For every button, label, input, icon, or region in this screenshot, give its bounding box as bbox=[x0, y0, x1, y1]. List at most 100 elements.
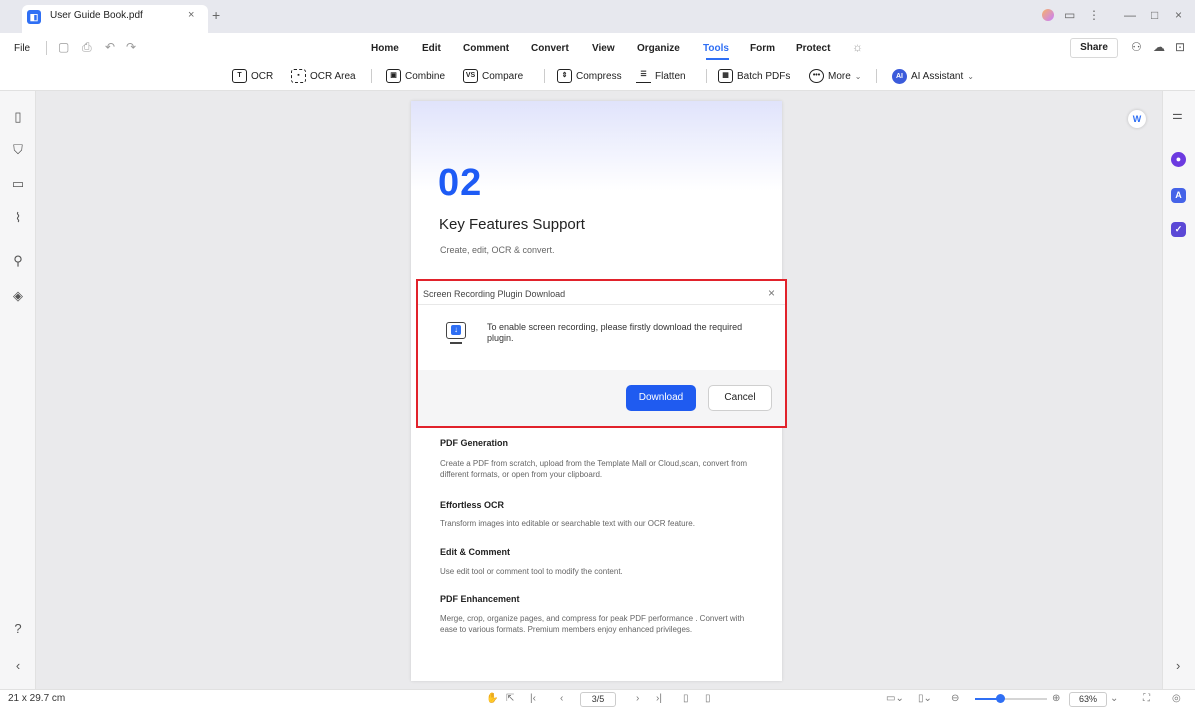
batch-pdfs-button[interactable]: ▦ Batch PDFs bbox=[718, 66, 790, 86]
read-mode-icon[interactable]: ◎ bbox=[1172, 693, 1181, 704]
ai-assistant-label: AI Assistant bbox=[911, 70, 964, 82]
combine-icon: ▣ bbox=[386, 69, 401, 83]
new-tab-button[interactable]: + bbox=[212, 7, 220, 23]
ai-chat-icon[interactable]: ● bbox=[1171, 152, 1186, 167]
ocr-button[interactable]: T OCR bbox=[232, 66, 273, 86]
tab-close-icon[interactable]: × bbox=[188, 9, 194, 21]
chapter-subtitle: Create, edit, OCR & convert. bbox=[440, 245, 555, 255]
more-menu-icon[interactable]: ⋮ bbox=[1088, 8, 1100, 22]
help-icon[interactable]: ? bbox=[9, 621, 27, 636]
page-number-input[interactable]: 3/5 bbox=[580, 692, 616, 707]
combine-button[interactable]: ▣ Combine bbox=[386, 66, 445, 86]
attachment-icon[interactable]: ⌇ bbox=[9, 210, 27, 226]
ocr-area-label: OCR Area bbox=[310, 70, 356, 82]
last-page-icon[interactable]: ›| bbox=[656, 693, 662, 704]
ocr-area-icon: ▪ bbox=[291, 69, 306, 83]
menu-convert[interactable]: Convert bbox=[531, 43, 569, 54]
two-page-icon[interactable]: ▯ bbox=[705, 693, 711, 704]
chevron-down-icon: ⌄ bbox=[854, 71, 862, 81]
zoom-slider-handle[interactable] bbox=[996, 694, 1005, 703]
comment-icon[interactable]: ▭ bbox=[9, 176, 27, 192]
menu-view[interactable]: View bbox=[592, 43, 615, 54]
zoom-out-icon[interactable]: ⊖ bbox=[951, 693, 959, 704]
feature-title: Effortless OCR bbox=[440, 500, 505, 510]
prev-page-icon[interactable]: ‹ bbox=[560, 693, 563, 704]
feature-description: Create a PDF from scratch, upload from t… bbox=[440, 459, 748, 479]
check-icon[interactable]: ✓ bbox=[1171, 222, 1186, 237]
redo-icon[interactable]: ↷ bbox=[126, 40, 136, 54]
flatten-label: Flatten bbox=[655, 70, 686, 82]
minimize-button[interactable]: — bbox=[1124, 8, 1136, 22]
menu-organize[interactable]: Organize bbox=[637, 43, 680, 54]
app-logo-icon: ◧ bbox=[27, 10, 41, 24]
menu-protect[interactable]: Protect bbox=[796, 43, 830, 54]
chat-icon[interactable]: ▭ bbox=[1064, 8, 1075, 22]
zoom-level-select[interactable]: 63% bbox=[1069, 692, 1107, 707]
page-size: 21 x 29.7 cm bbox=[8, 693, 66, 704]
close-window-button[interactable]: × bbox=[1175, 8, 1182, 22]
right-sidebar bbox=[1162, 91, 1195, 689]
more-label: More bbox=[828, 70, 851, 82]
account-icon[interactable]: ⚇ bbox=[1131, 40, 1142, 54]
menu-tools[interactable]: Tools bbox=[703, 43, 729, 54]
hand-tool-icon[interactable]: ✋ bbox=[486, 693, 498, 704]
layers-icon[interactable]: ◈ bbox=[9, 288, 27, 304]
maximize-button[interactable]: □ bbox=[1151, 8, 1158, 22]
batch-label: Batch PDFs bbox=[737, 70, 791, 82]
collapse-right-icon[interactable]: › bbox=[1176, 658, 1180, 673]
compress-label: Compress bbox=[576, 70, 622, 82]
select-tool-icon[interactable]: ⇱ bbox=[506, 693, 514, 704]
tab-title: User Guide Book.pdf bbox=[50, 10, 143, 21]
ai-icon: AI bbox=[892, 68, 907, 84]
menu-comment[interactable]: Comment bbox=[463, 43, 509, 54]
ocr-label: OCR bbox=[251, 70, 274, 82]
print-icon[interactable]: ⎙ bbox=[82, 40, 92, 55]
search-icon[interactable]: ⚲ bbox=[9, 253, 27, 269]
zoom-in-icon[interactable]: ⊕ bbox=[1052, 693, 1060, 704]
ocr-icon: T bbox=[232, 69, 247, 83]
ocr-area-button[interactable]: ▪ OCR Area bbox=[291, 66, 356, 86]
undo-icon[interactable]: ↶ bbox=[105, 40, 115, 54]
properties-icon[interactable]: ⚌ bbox=[1172, 108, 1183, 122]
flatten-icon: ☰ bbox=[636, 69, 651, 83]
fit-page-icon[interactable]: ▭⌄ bbox=[886, 693, 904, 704]
next-page-icon[interactable]: › bbox=[636, 693, 639, 704]
compress-button[interactable]: ⇕ Compress bbox=[557, 66, 622, 86]
avatar[interactable] bbox=[1042, 9, 1054, 21]
more-button[interactable]: ••• More ⌄ bbox=[809, 66, 862, 86]
chevron-down-icon: ⌄ bbox=[967, 71, 974, 81]
highlight-outline bbox=[416, 279, 787, 428]
page-layout-icon[interactable]: ▯⌄ bbox=[918, 693, 932, 704]
compare-button[interactable]: VS Compare bbox=[463, 66, 523, 86]
file-menu[interactable]: File bbox=[14, 43, 30, 54]
combine-label: Combine bbox=[405, 70, 446, 82]
menu-edit[interactable]: Edit bbox=[422, 43, 441, 54]
divider bbox=[371, 69, 372, 83]
feature-title: Edit & Comment bbox=[440, 547, 511, 557]
thumbnail-icon[interactable]: ▯ bbox=[9, 109, 27, 125]
menu-home[interactable]: Home bbox=[371, 43, 399, 54]
chevron-down-icon[interactable]: ⌄ bbox=[1110, 693, 1118, 704]
first-page-icon[interactable]: |‹ bbox=[530, 693, 536, 704]
bookmark-icon[interactable]: ⛉ bbox=[9, 142, 27, 158]
feature-description: Merge, crop, organize pages, and compres… bbox=[440, 614, 745, 634]
active-tab-indicator bbox=[706, 58, 729, 60]
share-button[interactable]: Share bbox=[1070, 38, 1118, 58]
feature-title: PDF Enhancement bbox=[440, 594, 520, 604]
save-icon[interactable]: ▢ bbox=[58, 40, 69, 54]
collapse-left-icon[interactable]: ‹ bbox=[9, 658, 27, 673]
menu-form[interactable]: Form bbox=[750, 43, 775, 54]
single-page-icon[interactable]: ▯ bbox=[683, 693, 689, 704]
lightbulb-icon[interactable]: ☼ bbox=[852, 40, 863, 54]
divider bbox=[46, 41, 47, 55]
cloud-icon[interactable]: ☁ bbox=[1153, 40, 1165, 54]
convert-word-icon[interactable]: W bbox=[1128, 110, 1146, 128]
collapse-ribbon-icon[interactable]: ⊡ bbox=[1175, 40, 1185, 54]
feature-title: PDF Generation bbox=[440, 438, 509, 448]
chapter-title: Key Features Support bbox=[439, 216, 585, 233]
batch-icon: ▦ bbox=[718, 69, 733, 83]
ai-assistant-button[interactable]: AI AI Assistant ⌄ bbox=[892, 66, 974, 86]
translate-icon[interactable]: A bbox=[1171, 188, 1186, 203]
flatten-button[interactable]: ☰ Flatten bbox=[636, 66, 686, 86]
fullscreen-icon[interactable]: ⛶ bbox=[1143, 693, 1150, 704]
